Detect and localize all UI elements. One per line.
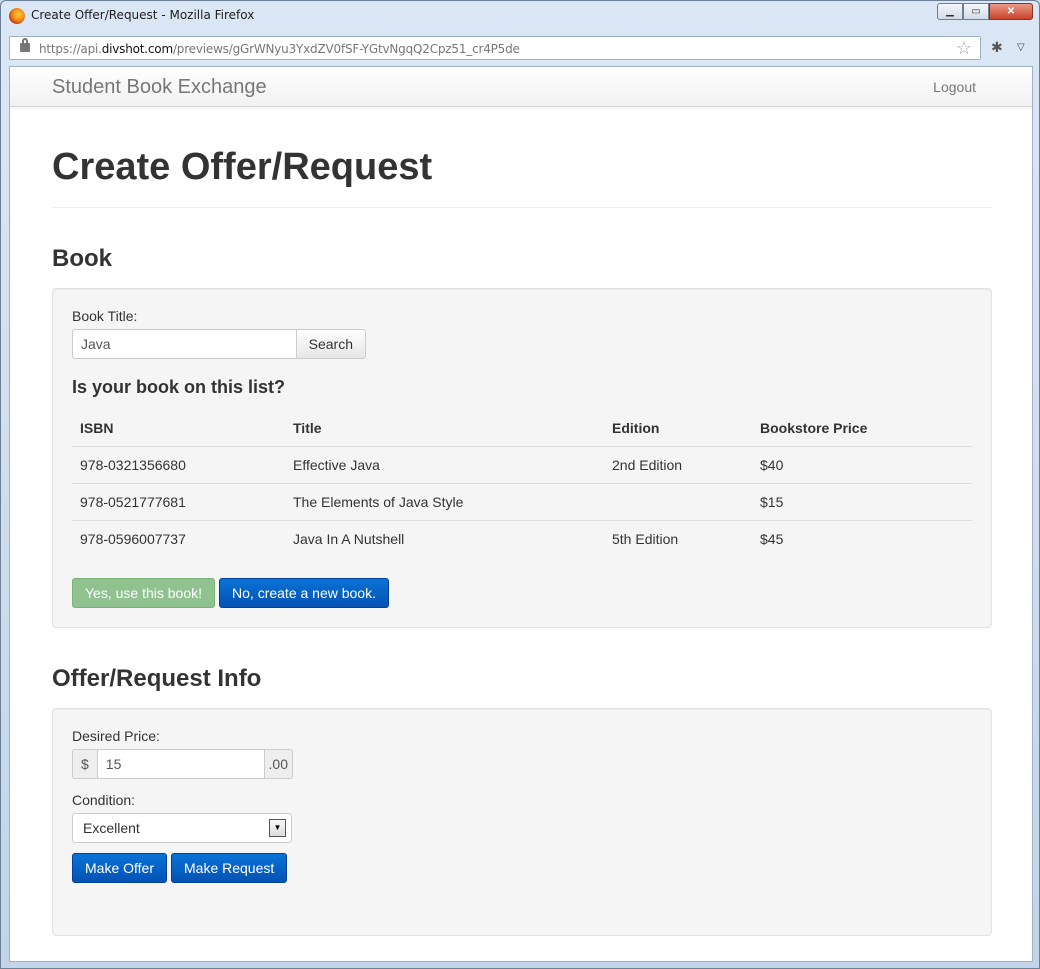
book-heading: Book — [52, 245, 112, 272]
title-bar: Create Offer/Request - Mozilla Firefox ▁… — [1, 1, 1039, 31]
make-offer-button[interactable]: Make Offer — [72, 852, 167, 883]
window-title: Create Offer/Request - Mozilla Firefox — [31, 8, 255, 22]
maximize-button[interactable]: ▭ — [963, 3, 989, 20]
search-button[interactable]: Search — [295, 329, 366, 359]
condition-select[interactable]: Excellent ▼ — [72, 812, 292, 843]
main-container: Create Offer/Request Book Book Title: Ja… — [52, 107, 992, 936]
title-cell: The Elements of Java Style — [285, 483, 604, 521]
page-title: Create Offer/Request — [52, 146, 433, 188]
minimize-button[interactable]: ▁ — [937, 3, 963, 20]
offer-heading: Offer/Request Info — [52, 664, 262, 692]
column-header: Title — [285, 414, 604, 447]
price-input[interactable]: 15 — [96, 748, 265, 779]
page-header: Create Offer/Request — [52, 145, 992, 208]
cents-addon: .00 — [264, 748, 293, 779]
logout-link[interactable]: Logout — [933, 79, 976, 95]
close-button[interactable]: ✕ — [989, 3, 1033, 20]
isbn-cell: 978-0521777681 — [72, 483, 285, 521]
price-cell: $40 — [760, 457, 784, 473]
title-cell: Effective Java — [293, 457, 380, 473]
addon-icon[interactable]: ✱ — [991, 39, 1007, 55]
page-viewport: Student Book Exchange Logout Create Offe… — [9, 66, 1033, 962]
book-results-table: ISBN Title Edition Bookstore Price 978-0… — [72, 414, 972, 558]
price-input-group: $ 15 .00 — [72, 748, 293, 779]
isbn-cell: 978-0596007737 — [72, 520, 285, 558]
lock-icon — [20, 38, 30, 52]
use-book-button[interactable]: Yes, use this book! — [72, 577, 216, 608]
condition-label: Condition: — [72, 791, 136, 808]
browser-window: Create Offer/Request - Mozilla Firefox ▁… — [0, 0, 1040, 969]
isbn-cell: 978-0321356680 — [80, 457, 186, 473]
book-title-label: Book Title: — [72, 308, 138, 324]
make-request-button[interactable]: Make Request — [171, 852, 288, 883]
currency-addon: $ — [72, 748, 97, 779]
table-row[interactable]: 978-0521777681 The Elements of Java Styl… — [72, 483, 972, 521]
create-book-button[interactable]: No, create a new book. — [219, 577, 389, 608]
book-list-question: Is your book on this list? — [72, 377, 286, 397]
edition-cell: 5th Edition — [604, 520, 752, 558]
firefox-logo-icon — [9, 8, 25, 24]
column-header: Edition — [604, 414, 752, 447]
address-bar[interactable]: https://api.divshot.com/previews/gGrWNyu… — [9, 36, 981, 60]
price-label: Desired Price: — [72, 727, 160, 744]
book-action-buttons: Yes, use this book! No, create a new boo… — [72, 577, 972, 608]
book-title-input[interactable]: Java — [72, 329, 296, 359]
title-cell: Java In A Nutshell — [285, 520, 604, 558]
chevron-down-icon[interactable]: ▽ — [1017, 42, 1025, 53]
offer-action-buttons: Make Offer Make Request — [72, 852, 972, 883]
price-cell: $15 — [752, 483, 972, 521]
condition-selected: Excellent — [83, 819, 140, 836]
url-text[interactable]: https://api.divshot.com/previews/gGrWNyu… — [39, 42, 520, 56]
offer-well: Desired Price: $ 15 .00 Condition: Excel… — [52, 707, 992, 936]
dropdown-arrow-icon[interactable]: ▼ — [269, 818, 286, 837]
window-controls: ▁ ▭ ✕ — [937, 3, 1033, 20]
column-header: ISBN — [72, 414, 285, 447]
column-header: Bookstore Price — [752, 414, 972, 447]
navbar: Student Book Exchange Logout — [10, 67, 1032, 107]
price-cell: $45 — [752, 520, 972, 558]
table-row[interactable]: 978-0596007737 Java In A Nutshell 5th Ed… — [72, 520, 972, 558]
book-search-group: Java Search — [72, 329, 366, 359]
table-row[interactable]: 978-0321356680 Effective Java 2nd Editio… — [72, 447, 972, 484]
book-well: Book Title: Java Search Is your book on … — [52, 288, 992, 628]
bookmark-star-icon[interactable]: ☆ — [956, 38, 972, 59]
edition-cell: 2nd Edition — [612, 457, 683, 473]
edition-cell — [604, 483, 752, 521]
brand-link[interactable]: Student Book Exchange — [52, 76, 267, 99]
